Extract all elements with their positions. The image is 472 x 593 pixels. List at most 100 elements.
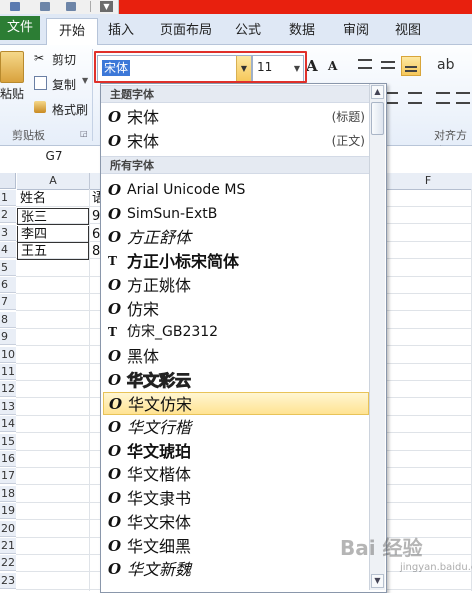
row-header[interactable]: 12 (0, 381, 16, 398)
row-header[interactable]: 17 (0, 468, 16, 485)
opentype-font-icon: O (108, 465, 122, 484)
font-item[interactable]: O 华文隶书 (103, 487, 369, 510)
ribbon-tabs: 开始 插入 页面布局 公式 数据 审阅 视图 (0, 14, 472, 46)
qat-customize-icon[interactable]: ▼ (100, 1, 113, 12)
align-bottom-icon[interactable] (401, 56, 421, 76)
font-item[interactable]: O 华文细黑 (103, 535, 369, 558)
cell-a1[interactable]: 姓名 (17, 190, 89, 207)
font-item[interactable]: O 方正姚体 (103, 274, 369, 297)
font-item[interactable]: O 华文楷体 (103, 463, 369, 486)
font-item[interactable]: O 华文仿宋 (103, 392, 369, 416)
row-header[interactable]: 9 (0, 329, 16, 346)
font-item[interactable]: O 华文琥珀 (103, 440, 369, 463)
tab-formulas[interactable]: 公式 (226, 18, 270, 44)
cell-a3[interactable]: 李四 (17, 226, 89, 243)
row-header[interactable]: 1 (0, 190, 16, 206)
row-header[interactable]: 8 (0, 311, 16, 328)
clipboard-launcher-icon[interactable]: ◲ (80, 129, 88, 138)
row-header[interactable]: 22 (0, 555, 16, 572)
cell-b3[interactable]: 6 (89, 226, 100, 243)
tab-file[interactable]: 文件 (0, 16, 40, 40)
column-header-f[interactable]: F (384, 173, 472, 190)
row-header[interactable]: 20 (0, 520, 16, 537)
cell-a4[interactable]: 王五 (17, 243, 89, 260)
font-item[interactable]: O 方正舒体 (103, 226, 369, 249)
name-box[interactable]: G7 (0, 146, 109, 167)
row-header[interactable]: 15 (0, 433, 16, 450)
orientation-icon[interactable]: ab (437, 57, 454, 73)
font-item[interactable]: T 方正小标宋简体 (103, 250, 369, 273)
row-header[interactable]: 2 (0, 207, 16, 224)
format-painter-icon[interactable] (34, 101, 46, 113)
row-header[interactable]: 10 (0, 346, 16, 363)
tab-data[interactable]: 数据 (280, 18, 324, 44)
shrink-font-button[interactable]: A (328, 59, 337, 73)
font-item-theme-heading[interactable]: O 宋体 (标题) (103, 106, 369, 129)
font-item[interactable]: O 华文彩云 (103, 369, 369, 392)
opentype-font-icon: O (108, 370, 122, 389)
font-item[interactable]: O 华文新魏 (103, 558, 369, 581)
font-item[interactable]: T 仿宋_GB2312 (103, 321, 369, 344)
all-fonts-header: 所有字体 (101, 156, 370, 174)
font-item[interactable]: O 华文行楷 (103, 416, 369, 439)
clipboard-group-label: 剪贴板 (12, 129, 45, 142)
grow-font-button[interactable]: A (306, 57, 318, 75)
format-painter-button[interactable]: 格式刷 (52, 101, 88, 118)
tab-page-layout[interactable]: 页面布局 (152, 18, 220, 44)
row-header[interactable]: 14 (0, 416, 16, 433)
tab-review[interactable]: 审阅 (334, 18, 378, 44)
row-header[interactable]: 7 (0, 294, 16, 311)
scroll-up-icon[interactable]: ▲ (371, 85, 384, 99)
increase-indent-icon[interactable] (456, 92, 470, 104)
dropdown-scrollbar[interactable]: ▲ ▼ (369, 84, 385, 590)
cell-b1[interactable]: 语 (89, 190, 105, 207)
row-header[interactable]: 11 (0, 364, 16, 380)
save-icon[interactable] (10, 2, 20, 11)
font-item-theme-body[interactable]: O 宋体 (正文) (103, 130, 369, 153)
font-item[interactable]: O 黑体 (103, 345, 369, 368)
paste-icon[interactable] (0, 51, 24, 83)
font-item[interactable]: O 华文宋体 (103, 511, 369, 534)
align-top-icon[interactable] (358, 59, 372, 69)
row-header[interactable]: 21 (0, 538, 16, 554)
row-header[interactable]: 13 (0, 398, 16, 415)
align-right-icon[interactable] (408, 92, 422, 104)
cell-a2[interactable]: 张三 (17, 208, 89, 225)
copy-dropdown-icon[interactable]: ▼ (82, 76, 88, 85)
row-header[interactable]: 5 (0, 259, 16, 276)
cut-button[interactable]: 剪切 (52, 51, 76, 68)
font-item[interactable]: O Arial Unicode MS (103, 179, 369, 202)
opentype-font-icon: O (108, 108, 122, 126)
tab-home[interactable]: 开始 (46, 18, 98, 46)
cut-icon[interactable]: ✂ (34, 51, 44, 65)
row-header[interactable]: 4 (0, 242, 16, 259)
cell-b2[interactable]: 9 (89, 208, 100, 225)
font-item-name: SimSun-ExtB (127, 205, 218, 222)
decrease-indent-icon[interactable] (436, 92, 450, 104)
row-header[interactable]: 6 (0, 277, 16, 293)
font-item-name: 华文琥珀 (127, 441, 192, 461)
row-header[interactable]: 23 (0, 572, 16, 589)
redo-icon[interactable] (66, 2, 76, 11)
copy-icon[interactable] (34, 76, 47, 90)
row-header[interactable]: 3 (0, 224, 16, 241)
cell-b4[interactable]: 8 (89, 243, 100, 260)
row-header[interactable]: 19 (0, 503, 16, 520)
row-header[interactable]: 16 (0, 451, 16, 467)
font-item[interactable]: O 仿宋 (103, 298, 369, 321)
font-dropdown-list[interactable]: 主题字体 O 宋体 (标题) O 宋体 (正文) 所有字体 O Arial Uni… (100, 83, 387, 593)
undo-icon[interactable] (40, 2, 50, 11)
font-item[interactable]: O SimSun-ExtB (103, 203, 369, 226)
paste-label[interactable]: 粘贴 (0, 85, 24, 102)
align-middle-icon[interactable] (381, 61, 395, 69)
tab-view[interactable]: 视图 (386, 18, 430, 44)
row-header[interactable]: 18 (0, 485, 16, 502)
select-all-corner[interactable] (0, 173, 16, 189)
tab-insert[interactable]: 插入 (100, 18, 142, 44)
scroll-down-icon[interactable]: ▼ (371, 574, 384, 588)
copy-button[interactable]: 复制 (52, 76, 76, 93)
scrollbar-thumb[interactable] (371, 102, 384, 135)
font-item-name: 华文仿宋 (128, 395, 193, 415)
font-item-tag: (正文) (331, 134, 365, 148)
column-header-a[interactable]: A (17, 173, 90, 190)
